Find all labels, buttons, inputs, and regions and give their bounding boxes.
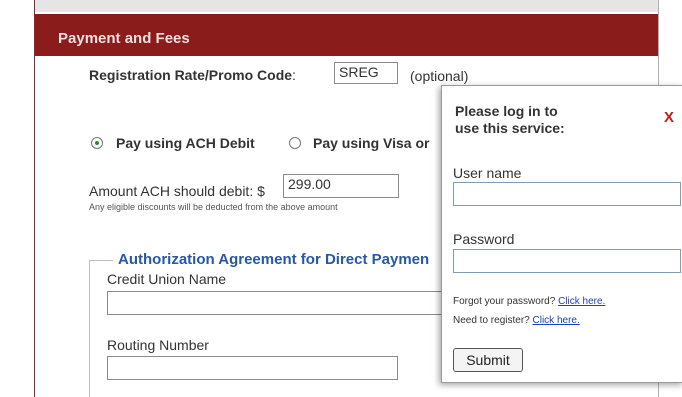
discount-note: Any eligible discounts will be deducted … — [89, 202, 338, 212]
fieldset-top-border — [89, 260, 113, 261]
login-title-line2: use this service: — [455, 120, 565, 136]
routing-number-label: Routing Number — [107, 337, 209, 353]
authorization-legend: Authorization Agreement for Direct Payme… — [118, 251, 430, 268]
username-input[interactable] — [453, 182, 681, 206]
optional-note: (optional) — [410, 68, 469, 84]
registration-rate-colon: : — [292, 67, 296, 83]
forgot-password-link[interactable]: Click here. — [558, 296, 605, 307]
username-label: User name — [453, 165, 522, 181]
submit-button[interactable]: Submit — [453, 348, 523, 372]
login-popup: Please log in to use this service: X Use… — [441, 85, 682, 383]
forgot-password-text: Forgot your password? — [453, 296, 559, 307]
password-label: Password — [453, 231, 515, 247]
promo-code-input[interactable]: SREG — [334, 62, 398, 84]
ach-option-label[interactable]: Pay using ACH Debit — [116, 135, 255, 151]
ach-amount-input[interactable]: 299.00 — [283, 174, 399, 198]
ach-radio[interactable] — [91, 137, 103, 149]
ach-amount-label: Amount ACH should debit: $ — [89, 183, 265, 199]
register-link[interactable]: Click here. — [533, 315, 580, 326]
fieldset-left-border — [89, 260, 90, 397]
registration-rate-label-text: Registration Rate/Promo Code — [89, 67, 293, 83]
card-option-label[interactable]: Pay using Visa or — [313, 135, 429, 151]
credit-union-label: Credit Union Name — [107, 271, 227, 287]
top-band — [35, 0, 658, 12]
password-input[interactable] — [453, 249, 681, 273]
credit-union-input[interactable] — [107, 291, 443, 315]
login-popup-title: Please log in to use this service: — [455, 103, 565, 137]
close-icon[interactable]: X — [664, 109, 674, 126]
routing-number-input[interactable] — [107, 356, 398, 380]
login-title-line1: Please log in to — [455, 103, 558, 119]
registration-rate-label: Registration Rate/Promo Code: — [89, 67, 296, 83]
register-row: Need to register? Click here. — [453, 315, 580, 326]
forgot-password-row: Forgot your password? Click here. — [453, 296, 605, 307]
register-text: Need to register? — [453, 315, 533, 326]
card-radio[interactable] — [289, 137, 301, 149]
section-title: Payment and Fees — [58, 30, 190, 47]
